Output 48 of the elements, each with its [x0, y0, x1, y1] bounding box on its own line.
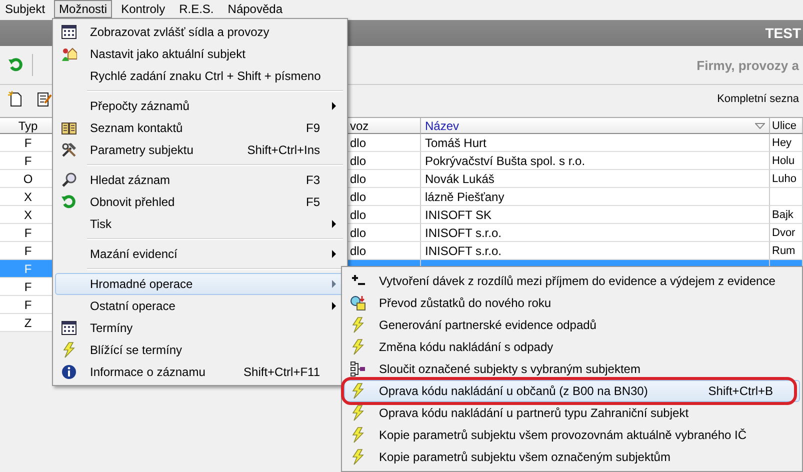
menu-item[interactable]: Termíny: [55, 317, 345, 339]
refresh-icon: [8, 57, 24, 73]
merge-icon: [350, 361, 366, 377]
section-subtitle: Firmy, provozy a: [696, 58, 799, 72]
transfer-icon: [350, 295, 366, 311]
filter-label: Kompletní sezna: [717, 93, 799, 105]
new-document-icon: [8, 91, 24, 107]
menu-item[interactable]: Oprava kódu nakládání u partnerů typu Zahraniční subjekt: [344, 402, 800, 424]
menu-item[interactable]: Ostatní operace: [55, 295, 345, 317]
lightning-icon: [350, 405, 366, 421]
edit-document-icon: [36, 91, 52, 107]
lightning-icon: [350, 449, 366, 465]
menu-bar-item[interactable]: R.E.S.: [174, 0, 219, 18]
refresh-icon: [61, 194, 77, 210]
menu-bar-item[interactable]: Možnosti: [54, 0, 112, 18]
lightning-icon: [350, 383, 366, 399]
column-header[interactable]: Ulice: [770, 118, 803, 134]
menu-item[interactable]: Blížící se termíny: [55, 339, 345, 361]
info-icon: [61, 364, 77, 380]
menu-item[interactable]: Generování partnerské evidence odpadů: [344, 314, 800, 336]
menu-item[interactable]: Vytvoření dávek z rozdílů mezi příjmem do evidence a výdejem z evidence: [344, 270, 800, 292]
column-header[interactable]: Název: [421, 118, 770, 134]
menu-bar-item[interactable]: Subjekt: [0, 0, 50, 18]
menu-item[interactable]: Přepočty záznamů: [55, 95, 345, 117]
menu-item[interactable]: Kopie parametrů subjektu všem označeným subjektům: [344, 446, 800, 468]
lightning-icon: [350, 317, 366, 333]
tools-icon: [61, 142, 77, 158]
menu-item[interactable]: Sloučit označené subjekty s vybraným subjektem: [344, 358, 800, 380]
menu-bar-item[interactable]: Kontroly: [116, 0, 170, 18]
menu-item[interactable]: Převod zůstatků do nového roku: [344, 292, 800, 314]
window-title: TEST: [765, 25, 801, 41]
sort-icon: [755, 122, 765, 128]
lightning-icon: [61, 342, 77, 358]
menu-item[interactable]: Změna kódu nakládání s odpady: [344, 336, 800, 358]
lightning-icon: [350, 339, 366, 355]
calendar-icon: [61, 24, 77, 40]
menu-item[interactable]: Zobrazovat zvlášť sídla a provozy: [55, 21, 345, 43]
menu-item[interactable]: Nastavit jako aktuální subjekt: [55, 43, 345, 65]
book-icon: [61, 120, 77, 136]
house-person-icon: [61, 46, 77, 62]
menu-item[interactable]: Informace o záznamu Shift+Ctrl+F11: [55, 361, 345, 383]
menu-item[interactable]: Rychlé zadání znaku Ctrl + Shift + písmeno: [55, 65, 345, 87]
search-icon: [61, 172, 77, 188]
calendar-icon: [61, 320, 77, 336]
lightning-icon: [350, 427, 366, 443]
menu-item[interactable]: Oprava kódu nakládání u občanů (z B00 na BN30) Shift+Ctrl+B: [344, 380, 800, 402]
menu-bar-item[interactable]: Nápověda: [222, 0, 288, 18]
menu-item[interactable]: Kopie parametrů subjektu všem provozovnám aktuálně vybraného IČ: [344, 424, 800, 446]
